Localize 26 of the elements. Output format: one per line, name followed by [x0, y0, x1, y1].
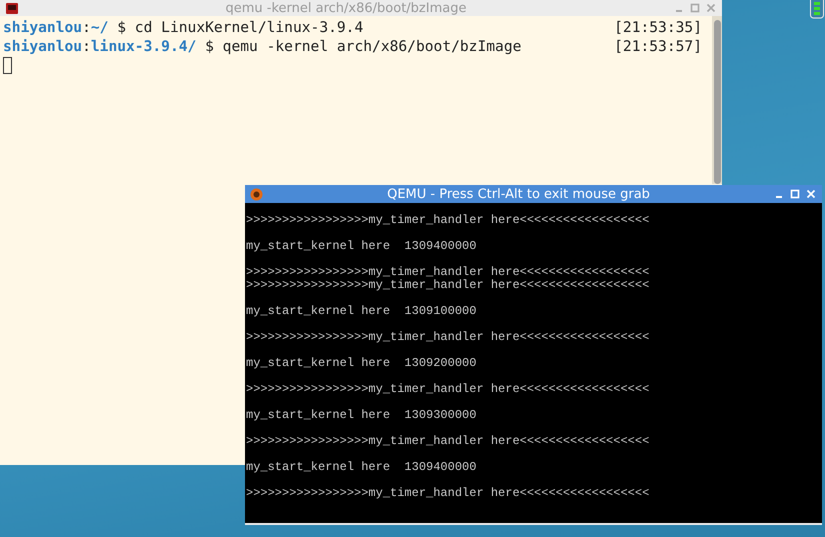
prompt-line: shiyanlou:linux-3.9.4/ $ qemu -kernel arch/x86/boot/bzImage — [3, 37, 522, 56]
console-line: >>>>>>>>>>>>>>>>>my_timer_handler here<<<<<<<<<<<<<<<<<< — [246, 487, 650, 500]
text-cursor — [3, 57, 12, 74]
terminal-icon — [6, 2, 18, 14]
console-line: >>>>>>>>>>>>>>>>>my_timer_handler here<<<<<<<<<<<<<<<<<< — [246, 214, 650, 227]
console-line: my_start_kernel here 1309400000 — [246, 461, 478, 474]
console-line: >>>>>>>>>>>>>>>>>my_timer_handler here<<<<<<<<<<<<<<<<<< — [246, 435, 650, 448]
console-line: my_start_kernel here 1309200000 — [246, 357, 478, 370]
maximize-icon[interactable] — [690, 3, 700, 13]
console-line: >>>>>>>>>>>>>>>>>my_timer_handler here<<<<<<<<<<<<<<<<<< — [246, 266, 650, 279]
console-line: my_start_kernel here 1309100000 — [246, 305, 478, 318]
console-line: >>>>>>>>>>>>>>>>>my_timer_handler here<<<<<<<<<<<<<<<<<< — [246, 331, 650, 344]
timestamp: [21:53:57] — [614, 37, 702, 56]
scrollbar-thumb[interactable] — [714, 20, 720, 184]
scrollbar[interactable] — [712, 16, 722, 184]
close-icon[interactable] — [706, 3, 716, 13]
timestamp: [21:53:35] — [614, 18, 702, 37]
console-line: my_start_kernel here 1309300000 — [246, 409, 478, 422]
console-line: >>>>>>>>>>>>>>>>>my_timer_handler here<<<<<<<<<<<<<<<<<< — [246, 279, 650, 292]
console-line: my_start_kernel here 1309400000 — [246, 240, 478, 253]
qemu-icon — [250, 188, 263, 200]
window-title: QEMU - Press Ctrl-Alt to exit mouse grab — [386, 186, 651, 202]
battery-icon[interactable] — [810, 0, 824, 19]
prompt-line: shiyanlou:~/ $ cd LinuxKernel/linux-3.9.4 — [3, 18, 364, 37]
console-line: >>>>>>>>>>>>>>>>>my_timer_handler here<<<<<<<<<<<<<<<<<< — [246, 383, 650, 396]
window-title: qemu -kernel arch/x86/boot/bzImage — [224, 0, 468, 16]
